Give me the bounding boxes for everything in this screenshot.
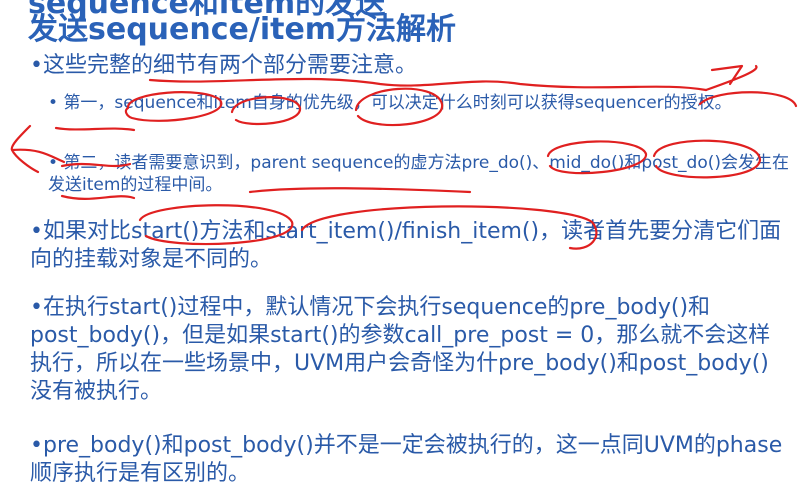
bullet-prebody-note-text: pre_body()和post_body()并不是一定会被执行的，这一点同UVM… bbox=[30, 433, 783, 486]
slide: sequence和item的发送 发送sequence/item方法解析 •这些… bbox=[0, 0, 799, 500]
bullet-glyph: • bbox=[30, 295, 43, 320]
bullet-intro: •这些完整的细节有两个部分需要注意。 bbox=[30, 52, 790, 80]
bullet-compare: •如果对比start()方法和start_item()/finish_item(… bbox=[30, 218, 790, 274]
bullet-glyph: • bbox=[30, 219, 43, 244]
sub-bullet-second-text: 第二，读者需要意识到，parent sequence的虚方法pre_do()、m… bbox=[48, 153, 790, 195]
bullet-glyph: • bbox=[30, 53, 43, 78]
sub-bullet-first-text: 第一，sequence和item自身的优先级，可以决定什么时刻可以获得seque… bbox=[63, 93, 732, 113]
sub-bullet-glyph: • bbox=[48, 153, 59, 173]
sub-bullet-glyph: • bbox=[48, 93, 59, 113]
bullet-intro-text: 这些完整的细节有两个部分需要注意。 bbox=[42, 53, 417, 78]
annotation-underline-post-do bbox=[60, 194, 136, 200]
bullet-start-process-text: 在执行start()过程中，默认情况下会执行sequence的pre_body(… bbox=[30, 295, 771, 404]
sub-bullet-first: • 第一，sequence和item自身的优先级，可以决定什么时刻可以获得seq… bbox=[48, 92, 796, 114]
slide-title: 发送sequence/item方法解析 bbox=[28, 12, 457, 47]
bullet-prebody-note: •pre_body()和post_body()并不是一定会被执行的，这一点同UV… bbox=[30, 432, 790, 488]
annotation-underline-intro bbox=[148, 77, 708, 92]
sub-bullet-second: • 第二，读者需要意识到，parent sequence的虚方法pre_do()… bbox=[48, 152, 796, 196]
bullet-glyph: • bbox=[30, 433, 43, 458]
annotation-underline-authorization bbox=[54, 126, 136, 132]
bullet-start-process: •在执行start()过程中，默认情况下会执行sequence的pre_body… bbox=[30, 294, 790, 406]
bullet-compare-text: 如果对比start()方法和start_item()/finish_item()… bbox=[30, 219, 782, 272]
